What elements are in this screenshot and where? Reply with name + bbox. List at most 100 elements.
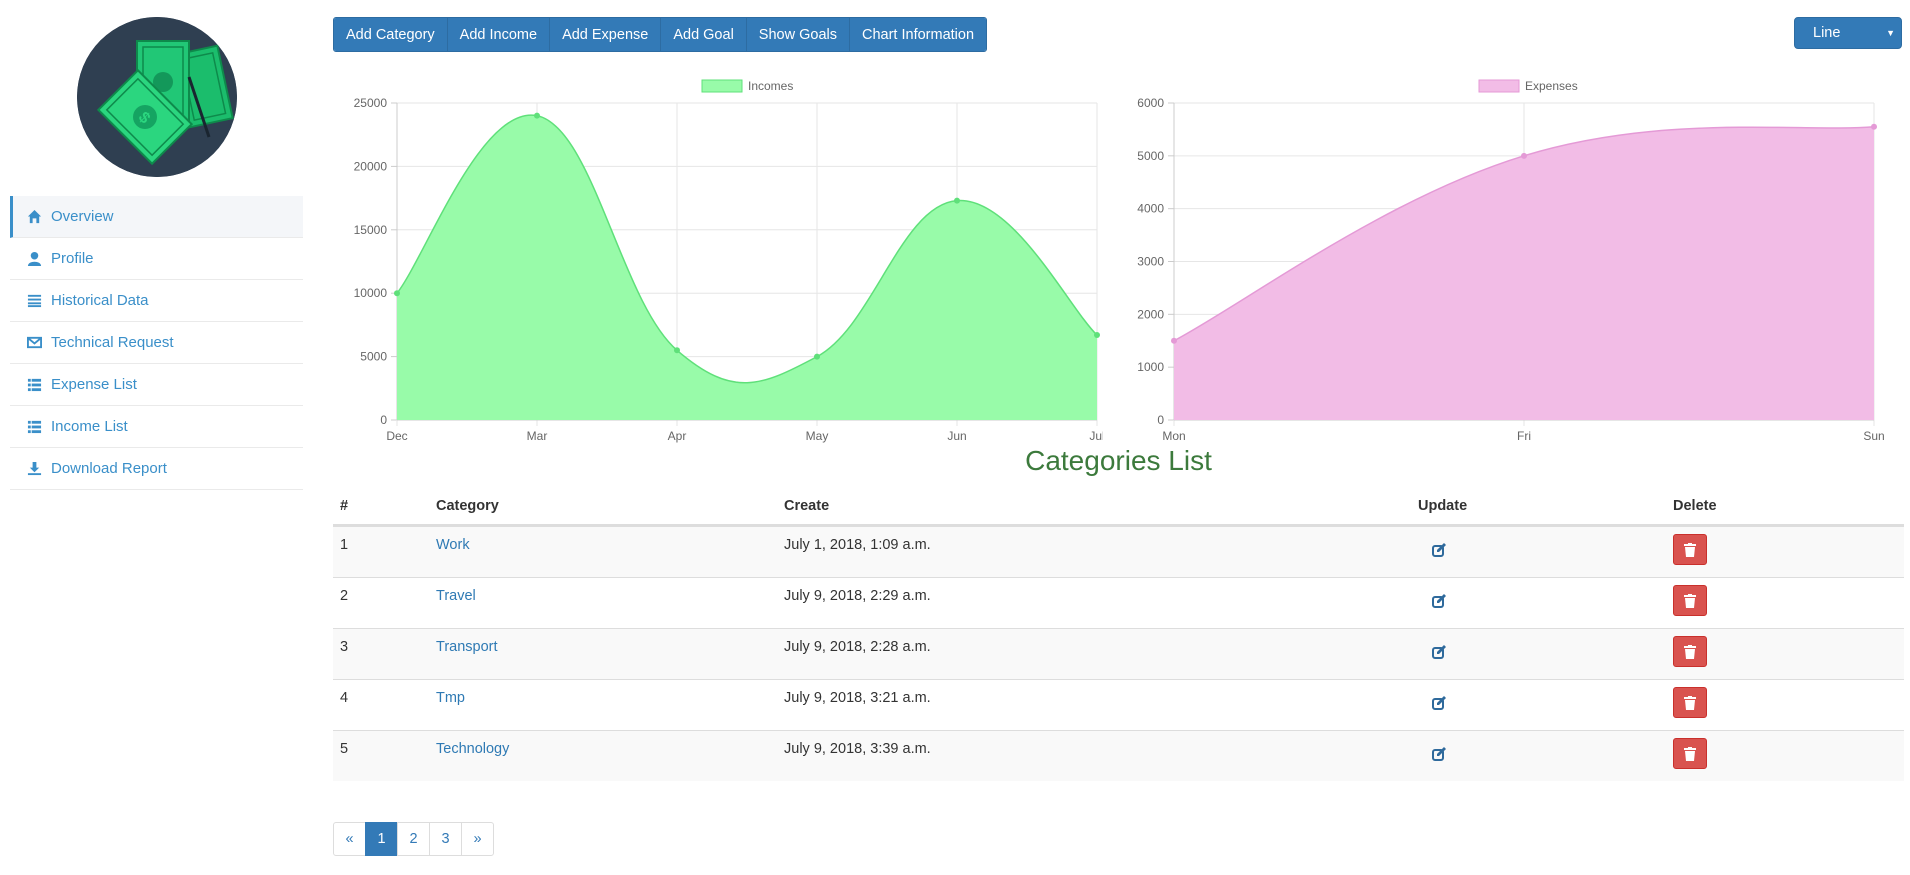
y-tick-label: 6000	[1137, 96, 1164, 110]
legend: Incomes	[701, 79, 793, 93]
row-number: 5	[340, 741, 349, 757]
download-icon	[26, 461, 42, 477]
delete-button[interactable]	[1673, 687, 1707, 718]
chart-information-button[interactable]: Chart Information	[849, 18, 987, 51]
row-category: Transport	[436, 639, 498, 655]
data-point[interactable]	[1171, 337, 1177, 344]
x-tick-label: Mon	[1162, 429, 1185, 443]
income-chart-svg: Incomes 0 5000 10000 15000 20000 25000 Dec Mar Ap…	[354, 79, 1105, 443]
data-point[interactable]	[954, 197, 960, 204]
page-next[interactable]: »	[461, 822, 494, 856]
sidebar-item-income-list[interactable]: Income List	[10, 406, 303, 448]
chart-type-value: Line	[1813, 25, 1841, 41]
table-row: 2 Travel July 9, 2018, 2:29 a.m.	[333, 577, 1904, 628]
categories-title: Categories List	[1025, 445, 1212, 476]
row-number: 4	[340, 690, 349, 706]
edit-icon[interactable]	[1431, 746, 1447, 762]
sidebar-item-label: Download Report	[51, 460, 167, 477]
page-prev[interactable]: «	[333, 822, 366, 856]
page-2[interactable]: 2	[397, 822, 430, 856]
sidebar-item-technical-request[interactable]: Technical Request	[10, 322, 303, 364]
edit-icon[interactable]	[1431, 593, 1447, 609]
legend-swatch	[701, 79, 743, 93]
x-tick-label: Jun	[947, 429, 966, 443]
income-chart: Incomes 0 5000 10000 15000 20000 25000 Dec Mar Ap…	[333, 72, 1105, 452]
add-income-button[interactable]: Add Income	[447, 18, 551, 51]
caret-down-icon: ▼	[1886, 28, 1895, 38]
add-goal-button[interactable]: Add Goal	[661, 18, 747, 51]
list-lines-icon	[26, 293, 42, 309]
legend: Expenses	[1478, 79, 1578, 93]
data-point[interactable]	[1871, 123, 1877, 130]
expense-chart-svg: Expenses 0 1000 2000 3000 4000 5000 6000 Mon Fri S…	[1137, 79, 1884, 443]
col-delete: Delete	[1673, 498, 1717, 514]
list-icon	[26, 377, 42, 393]
delete-button[interactable]	[1673, 738, 1707, 769]
page-1[interactable]: 1	[365, 822, 398, 856]
y-tick-label: 2000	[1137, 307, 1164, 321]
trash-icon	[1684, 542, 1696, 557]
legend-label: Expenses	[1525, 79, 1578, 93]
data-point[interactable]	[1521, 152, 1527, 159]
legend-label: Incomes	[748, 79, 793, 93]
col-num: #	[340, 498, 349, 514]
action-toolbar: Add Category Add Income Add Expense Add Goa…	[333, 17, 988, 52]
row-category: Travel	[436, 588, 476, 604]
edit-icon[interactable]	[1431, 644, 1447, 660]
show-goals-button[interactable]: Show Goals	[746, 18, 850, 51]
series-area	[397, 115, 1097, 420]
sidebar-item-profile[interactable]: Profile	[10, 238, 303, 280]
y-tick-label: 5000	[360, 350, 387, 364]
category-link[interactable]: Transport	[436, 639, 498, 655]
sidebar-item-label: Income List	[51, 418, 128, 435]
x-tick-label: Jul	[1089, 429, 1103, 443]
add-expense-button[interactable]: Add Expense	[550, 18, 662, 51]
table-header: # Category Create Update Delete	[333, 493, 1904, 526]
delete-button[interactable]	[1673, 534, 1707, 565]
y-tick-label: 25000	[354, 96, 388, 110]
edit-icon[interactable]	[1431, 542, 1447, 558]
sidebar-item-label: Historical Data	[51, 292, 149, 309]
sidebar-item-expense-list[interactable]: Expense List	[10, 364, 303, 406]
data-point[interactable]	[1094, 332, 1100, 339]
category-link[interactable]: Travel	[436, 588, 476, 604]
y-tick-label: 10000	[354, 286, 388, 300]
delete-button[interactable]	[1673, 636, 1707, 667]
page-3[interactable]: 3	[429, 822, 462, 856]
data-point[interactable]	[534, 112, 540, 119]
data-point[interactable]	[394, 290, 400, 297]
chart-type-select[interactable]: Line ▼	[1794, 17, 1902, 49]
add-category-button[interactable]: Add Category	[334, 18, 448, 51]
data-point[interactable]	[814, 353, 820, 360]
y-tick-label: 15000	[354, 223, 388, 237]
y-tick-label: 0	[1157, 413, 1164, 427]
row-created: July 9, 2018, 3:39 a.m.	[784, 741, 931, 757]
x-tick-label: Mar	[527, 429, 548, 443]
trash-icon	[1684, 695, 1696, 710]
delete-button[interactable]	[1673, 585, 1707, 616]
y-tick-label: 1000	[1137, 360, 1164, 374]
expense-chart: Expenses 0 1000 2000 3000 4000 5000 6000 Mon Fri S…	[1112, 72, 1902, 452]
row-category: Tmp	[436, 690, 465, 706]
data-point[interactable]	[674, 347, 680, 354]
user-icon	[26, 251, 42, 267]
envelope-icon	[26, 335, 42, 351]
sidebar-item-download-report[interactable]: Download Report	[10, 448, 303, 490]
table-row: 3 Transport July 9, 2018, 2:28 a.m.	[333, 628, 1904, 679]
category-link[interactable]: Technology	[436, 741, 509, 757]
category-link[interactable]: Work	[436, 537, 470, 553]
sidebar-item-overview[interactable]: Overview	[10, 196, 303, 238]
x-tick-label: Dec	[386, 429, 407, 443]
sidebar-nav: Overview Profile Historical Data Technical …	[10, 196, 303, 490]
categories-table: # Category Create Update Delete 1 Work Jul…	[333, 493, 1904, 783]
sidebar-item-historical-data[interactable]: Historical Data	[10, 280, 303, 322]
edit-icon[interactable]	[1431, 695, 1447, 711]
row-created: July 1, 2018, 1:09 a.m.	[784, 537, 931, 553]
category-link[interactable]: Tmp	[436, 690, 465, 706]
row-created: July 9, 2018, 3:21 a.m.	[784, 690, 931, 706]
row-created: July 9, 2018, 2:29 a.m.	[784, 588, 931, 604]
row-number: 1	[340, 537, 349, 553]
col-create: Create	[784, 498, 830, 514]
trash-icon	[1684, 593, 1696, 608]
col-category: Category	[436, 498, 499, 514]
